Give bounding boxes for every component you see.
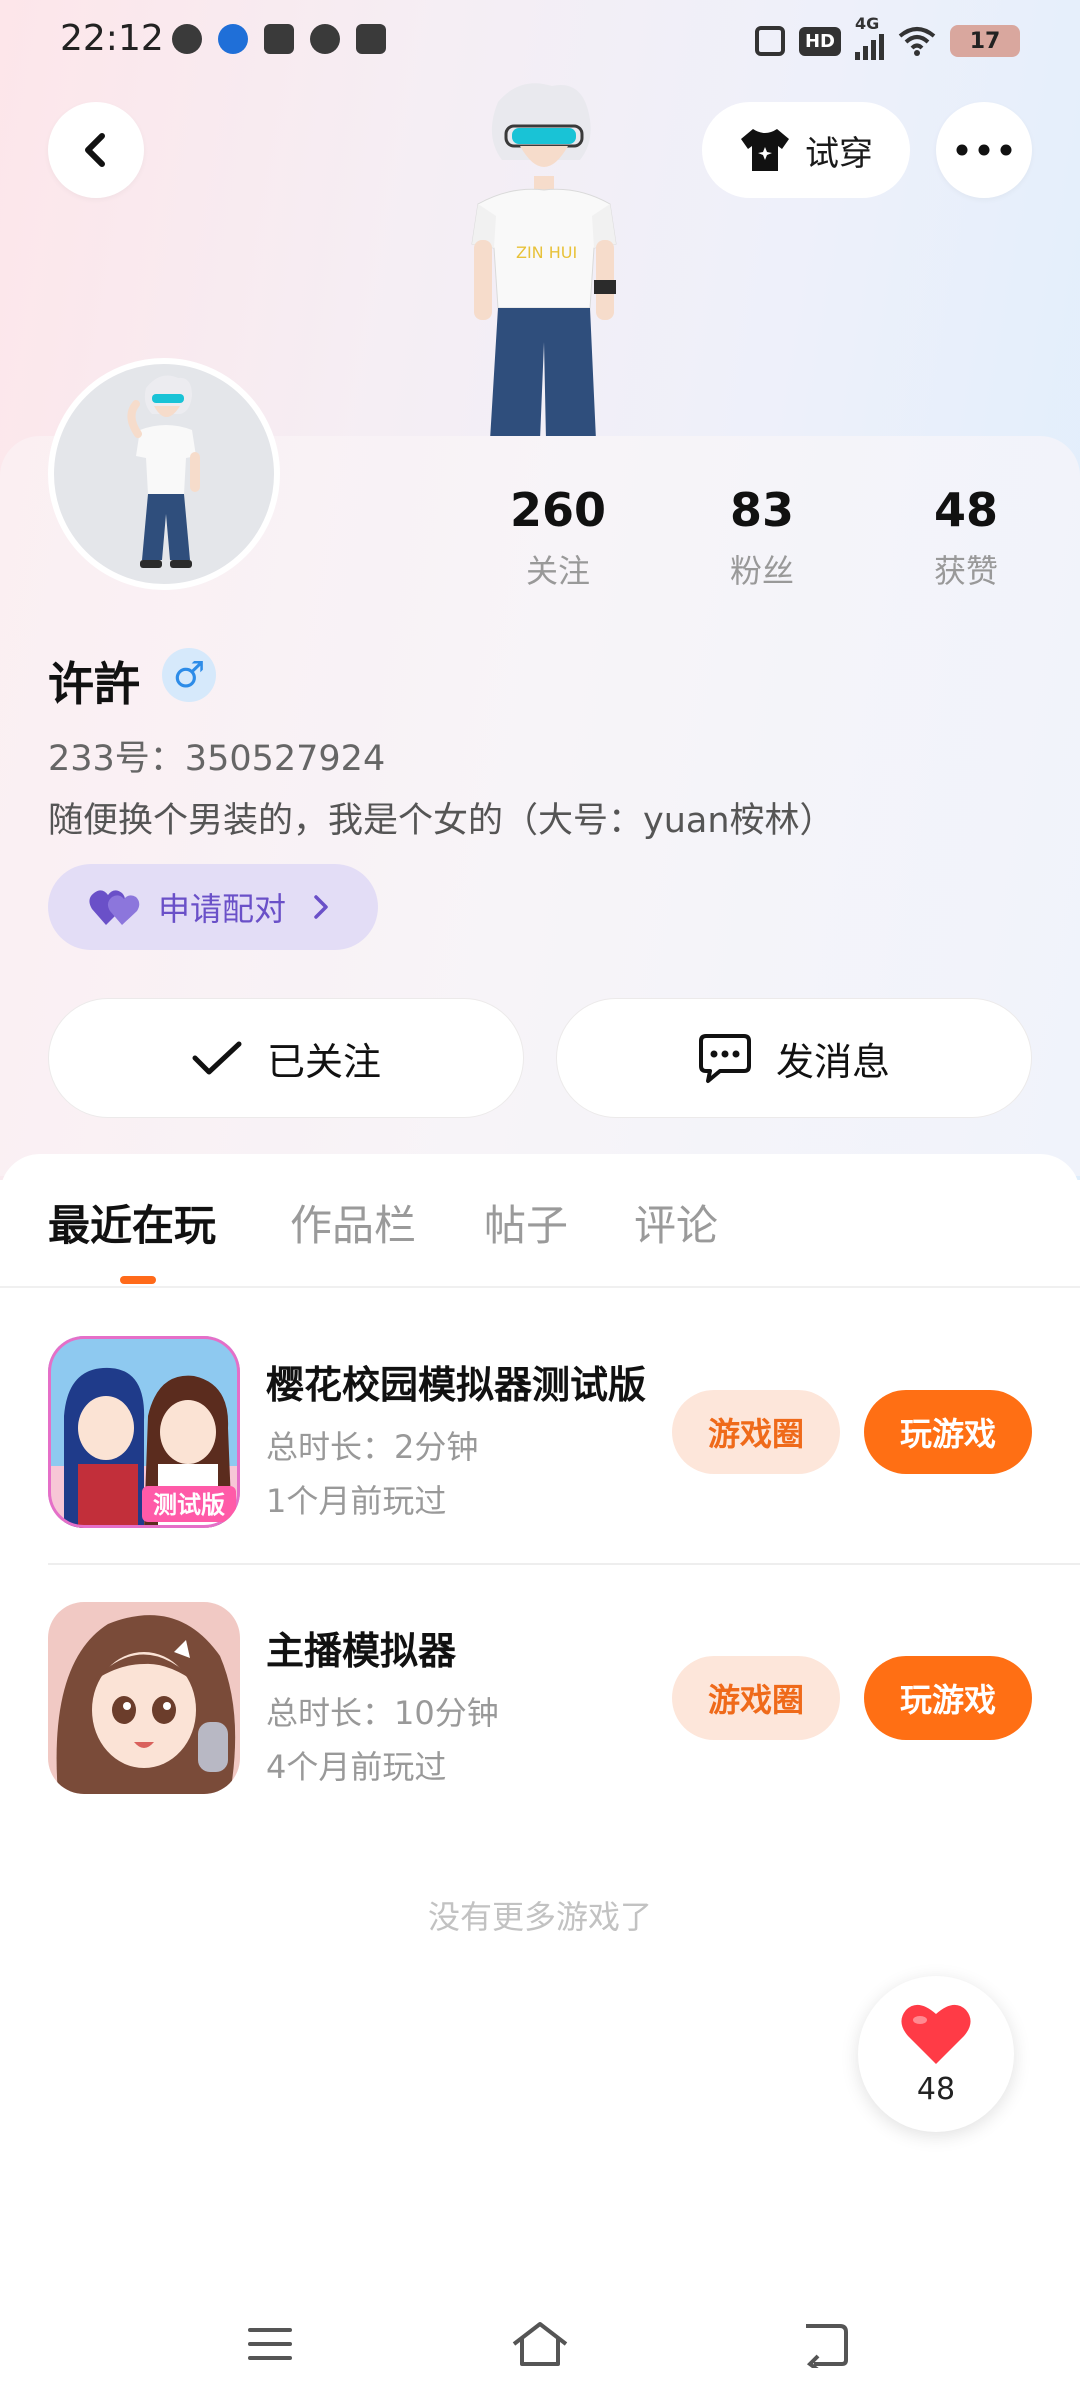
notification-icons bbox=[172, 24, 386, 54]
request-pair-label: 申请配对 bbox=[158, 890, 287, 928]
following-count: 260 bbox=[509, 483, 607, 537]
status-indicators: HD 4G 17 bbox=[754, 14, 1020, 60]
profile-avatar[interactable] bbox=[48, 358, 280, 590]
stat-following[interactable]: 260 关注 bbox=[478, 480, 638, 592]
home-icon[interactable] bbox=[510, 2320, 570, 2368]
male-gender-icon: ♂ bbox=[162, 648, 216, 702]
app-notification-icon-2 bbox=[356, 24, 386, 54]
back-button[interactable] bbox=[48, 102, 144, 198]
nickname: 许許 bbox=[48, 657, 140, 711]
try-on-button[interactable]: 试穿 bbox=[702, 102, 910, 198]
game-last-played: 4个月前玩过 bbox=[266, 1748, 447, 1786]
tab-comments[interactable]: 评论 bbox=[634, 1192, 718, 1253]
request-pair-button[interactable]: 申请配对 bbox=[48, 864, 378, 950]
bio: 随便换个男装的，我是个女的（大号：yuan桉林） bbox=[48, 801, 835, 841]
try-on-label: 试穿 bbox=[805, 133, 873, 174]
tab-posts[interactable]: 帖子 bbox=[484, 1192, 568, 1253]
message-icon bbox=[698, 1034, 751, 1083]
menu-icon[interactable] bbox=[246, 2324, 294, 2364]
back-icon bbox=[85, 133, 105, 167]
game-duration: 总时长：2分钟 bbox=[266, 1428, 479, 1466]
hd-badge: HD bbox=[798, 26, 841, 56]
chat-bubble-icon bbox=[310, 24, 340, 54]
send-message-button[interactable]: 发消息 bbox=[556, 998, 1032, 1118]
send-message-label: 发消息 bbox=[775, 1039, 890, 1084]
stat-followers[interactable]: 83 粉丝 bbox=[682, 480, 842, 592]
tab-works[interactable]: 作品栏 bbox=[290, 1192, 416, 1253]
like-button[interactable]: 48 bbox=[858, 1976, 1014, 2132]
game-last-played: 1个月前玩过 bbox=[266, 1482, 447, 1520]
following-label: 关注 bbox=[525, 552, 590, 590]
likes-count: 48 bbox=[933, 483, 998, 537]
wechat-icon bbox=[172, 24, 202, 54]
play-game-button[interactable]: 玩游戏 bbox=[864, 1656, 1032, 1740]
followed-label: 已关注 bbox=[266, 1039, 381, 1084]
list-divider bbox=[48, 1563, 1080, 1565]
like-count: 48 bbox=[916, 2072, 956, 2107]
game-circle-button[interactable]: 游戏圈 bbox=[672, 1390, 840, 1474]
double-heart-icon bbox=[89, 890, 140, 925]
system-navigation-bar bbox=[0, 2300, 1080, 2408]
followers-count: 83 bbox=[729, 483, 794, 537]
stat-likes[interactable]: 48 获赞 bbox=[886, 480, 1046, 592]
followers-label: 粉丝 bbox=[729, 552, 794, 590]
signal-icon: 4G bbox=[855, 14, 884, 60]
heart-icon bbox=[901, 2004, 971, 2064]
vibrate-icon bbox=[754, 26, 785, 56]
avatar-thumbnail-figure bbox=[127, 375, 200, 568]
game-icon-sakura-school: 测试版 bbox=[48, 1336, 240, 1528]
tabs-divider bbox=[0, 1286, 1080, 1288]
active-tab-indicator bbox=[120, 1276, 156, 1284]
network-type: 4G bbox=[855, 14, 880, 33]
app-notification-icon bbox=[264, 24, 294, 54]
followed-button[interactable]: 已关注 bbox=[48, 998, 524, 1118]
wifi-icon bbox=[898, 27, 936, 56]
tshirt-icon bbox=[741, 129, 789, 171]
svg-text:ZIN HUI: ZIN HUI bbox=[516, 243, 577, 262]
avatar-character-figure: ZIN HUI bbox=[471, 83, 617, 440]
game-duration: 总时长：10分钟 bbox=[266, 1694, 499, 1732]
no-more-games-text: 没有更多游戏了 bbox=[427, 1898, 652, 1936]
game-circle-button[interactable]: 游戏圈 bbox=[672, 1656, 840, 1740]
game-title: 主播模拟器 bbox=[266, 1629, 457, 1673]
play-game-button[interactable]: 玩游戏 bbox=[864, 1390, 1032, 1474]
game-list-item[interactable]: 测试版 樱花校园模拟器测试版 总时长：2分钟 1个月前玩过 游戏圈 玩游戏 bbox=[0, 1336, 1080, 1528]
game-list-item[interactable]: 主播模拟器 总时长：10分钟 4个月前玩过 游戏圈 玩游戏 bbox=[0, 1602, 1080, 1794]
check-icon bbox=[192, 1041, 242, 1075]
test-version-badge: 测试版 bbox=[153, 1491, 225, 1519]
likes-label: 获赞 bbox=[933, 552, 998, 590]
more-icon bbox=[956, 144, 1012, 156]
user-id: 233号：350527924 bbox=[48, 739, 386, 779]
game-icon-streamer-simulator bbox=[48, 1602, 240, 1794]
battery-indicator: 17 bbox=[950, 25, 1020, 57]
chevron-right-icon bbox=[314, 895, 328, 919]
paw-app-icon bbox=[218, 24, 248, 54]
status-bar: 22:12 HD 4G 17 bbox=[0, 0, 1080, 80]
status-time: 22:12 bbox=[60, 18, 164, 59]
game-title: 樱花校园模拟器测试版 bbox=[266, 1363, 646, 1407]
tab-recently-played[interactable]: 最近在玩 bbox=[48, 1192, 216, 1253]
more-options-button[interactable] bbox=[936, 102, 1032, 198]
back-nav-icon[interactable] bbox=[800, 2320, 850, 2368]
